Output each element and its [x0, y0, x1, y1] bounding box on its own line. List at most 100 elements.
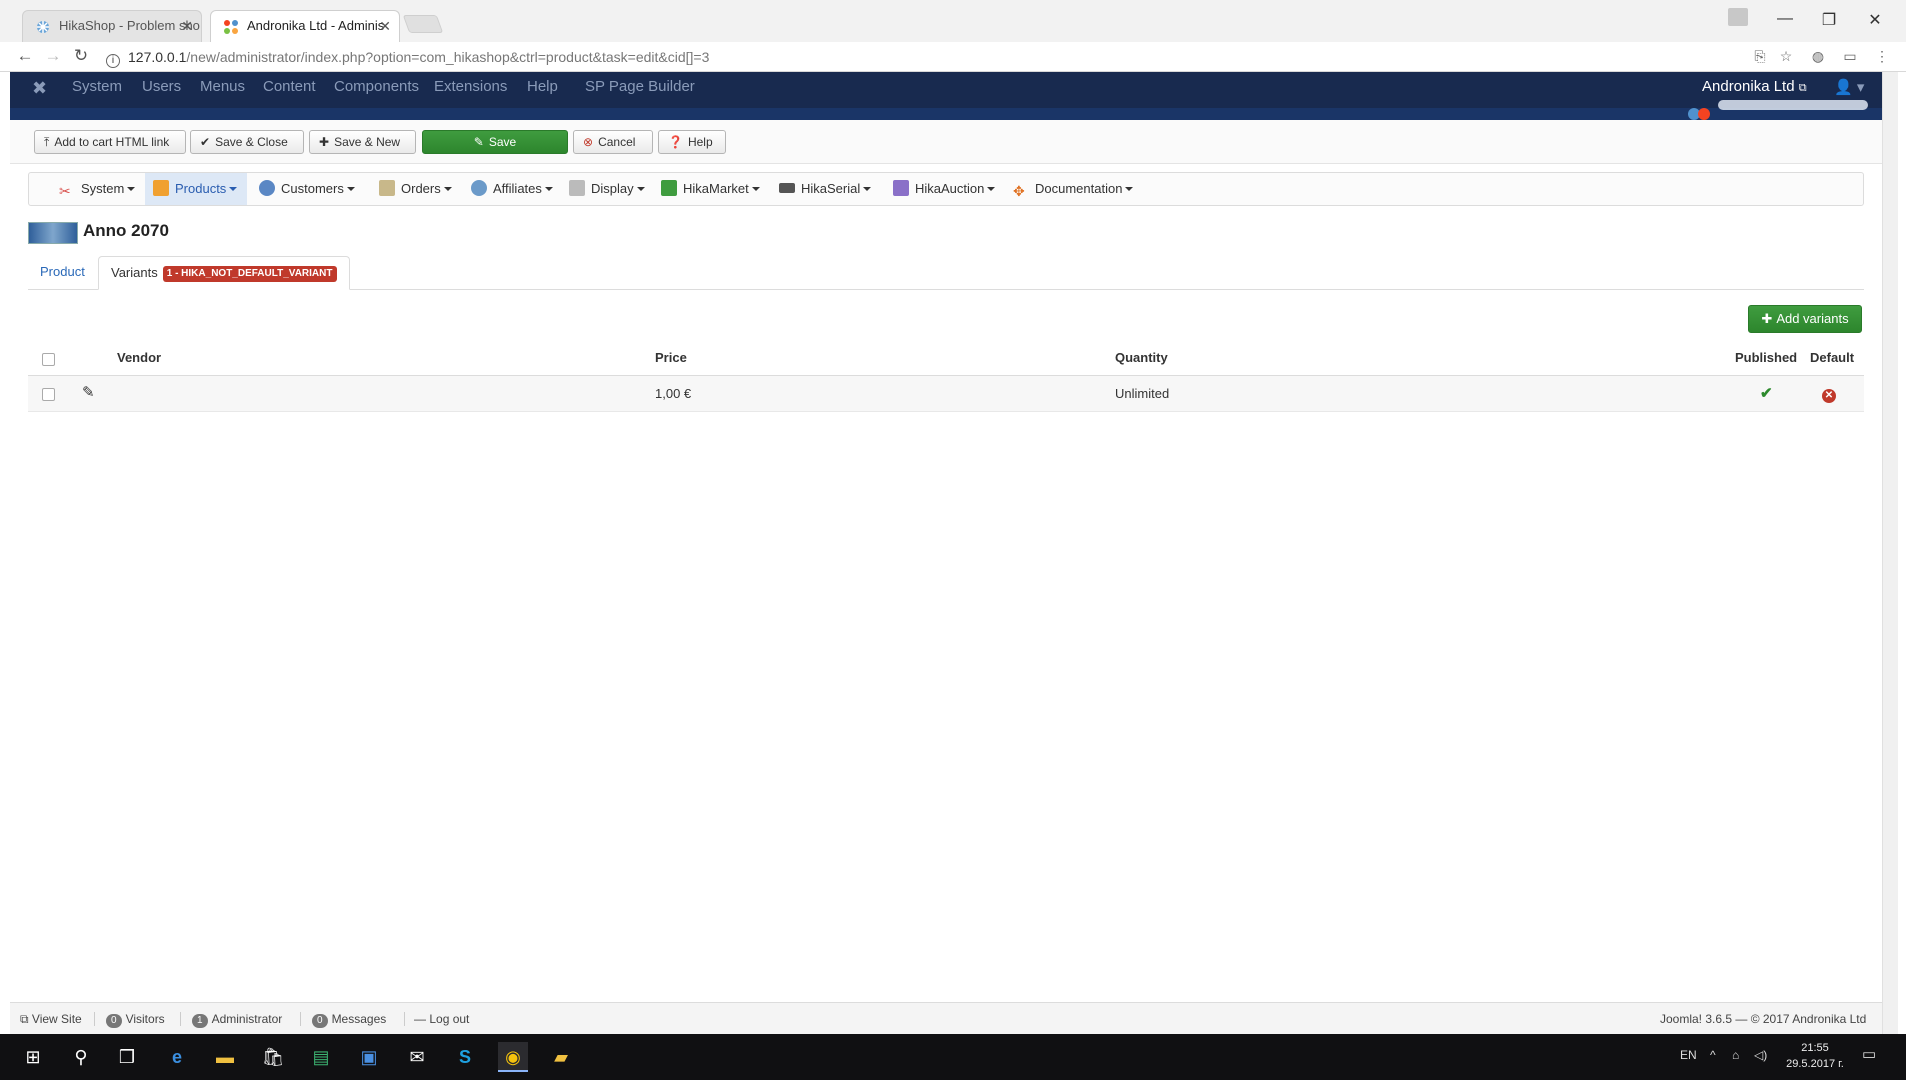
- browser-tab-hikashop[interactable]: HikaShop - Problem sho ✕: [22, 10, 202, 42]
- pencil-icon[interactable]: ✎: [82, 383, 95, 401]
- add-variants-button[interactable]: ✚ Add variants: [1748, 305, 1862, 333]
- close-tab-icon[interactable]: ✕: [181, 11, 193, 41]
- folder-icon[interactable]: ▰: [546, 1042, 576, 1072]
- messages-count-badge: 0: [312, 1014, 328, 1028]
- tray-chevron-icon[interactable]: ^: [1710, 1048, 1716, 1062]
- new-tab-button[interactable]: [402, 15, 444, 33]
- administrator-status[interactable]: 1 Administrator: [192, 1012, 282, 1028]
- save-close-button[interactable]: ✔ Save & Close: [190, 130, 304, 154]
- minimize-icon[interactable]: —: [1770, 10, 1800, 28]
- menu-menus[interactable]: Menus: [200, 78, 245, 95]
- file-explorer-icon[interactable]: ▬: [210, 1042, 240, 1072]
- mail-icon[interactable]: ✉: [402, 1042, 432, 1072]
- browser-tab-admin[interactable]: Andronika Ltd - Adminis ✕: [210, 10, 400, 42]
- hikaserial-icon: [779, 183, 795, 193]
- app-icon[interactable]: ▣: [354, 1042, 384, 1072]
- forward-icon[interactable]: →: [42, 46, 64, 66]
- edge-browser-icon[interactable]: e: [162, 1042, 192, 1072]
- chrome-icon[interactable]: ◉: [498, 1042, 528, 1072]
- joomla-brand-logo: [1688, 100, 1868, 120]
- question-icon: ❓: [668, 135, 683, 149]
- cast-icon[interactable]: ▭: [1840, 48, 1860, 65]
- hikamenu-system[interactable]: ✂ System: [51, 173, 143, 205]
- hikamenu-display[interactable]: Display: [561, 173, 653, 205]
- menu-sp-page-builder[interactable]: SP Page Builder: [585, 78, 695, 95]
- divider: [404, 1012, 405, 1026]
- hikamenu-orders[interactable]: Orders: [371, 173, 460, 205]
- windows-start-icon[interactable]: ⊞: [18, 1042, 48, 1072]
- column-header-published[interactable]: Published: [1735, 350, 1797, 365]
- clock[interactable]: 21:55 29.5.2017 г.: [1780, 1040, 1850, 1072]
- hikamenu-documentation[interactable]: ✥ Documentation: [1005, 173, 1141, 205]
- skype-icon[interactable]: S: [450, 1042, 480, 1072]
- help-button[interactable]: ❓ Help: [658, 130, 726, 154]
- tab-product[interactable]: Product: [28, 256, 97, 290]
- column-header-quantity[interactable]: Quantity: [1115, 350, 1168, 365]
- select-all-checkbox[interactable]: [42, 353, 55, 366]
- user-menu-icon[interactable]: 👤 ▾: [1834, 78, 1864, 96]
- menu-extensions[interactable]: Extensions: [434, 78, 507, 95]
- url-field[interactable]: i 127.0.0.1/new/administrator/index.php?o…: [100, 45, 1800, 69]
- column-header-vendor[interactable]: Vendor: [117, 350, 161, 365]
- hikashop-menu: ✂ System Products Customers Orders Affili…: [28, 172, 1864, 206]
- menu-system[interactable]: System: [72, 78, 122, 95]
- profile-icon[interactable]: [1728, 8, 1748, 26]
- menu-help[interactable]: Help: [527, 78, 558, 95]
- extension-icon[interactable]: ◍: [1808, 48, 1828, 65]
- hikamenu-hikamarket[interactable]: HikaMarket: [653, 173, 768, 205]
- column-header-price[interactable]: Price: [655, 350, 687, 365]
- cancel-button[interactable]: ⊗ Cancel: [573, 130, 653, 154]
- logout-link[interactable]: — Log out: [414, 1012, 469, 1026]
- close-window-icon[interactable]: ✕: [1860, 10, 1890, 30]
- menu-users[interactable]: Users: [142, 78, 181, 95]
- add-to-cart-html-link-button[interactable]: ⤒ Add to cart HTML link: [34, 130, 186, 154]
- network-icon[interactable]: ⌂: [1732, 1048, 1739, 1062]
- hikamenu-affiliates[interactable]: Affiliates: [463, 173, 561, 205]
- external-link-icon: ⧉: [20, 1012, 29, 1026]
- view-site-link[interactable]: ⧉ View Site: [20, 1012, 82, 1027]
- button-label: Add to cart HTML link: [54, 135, 170, 149]
- menu-content[interactable]: Content: [263, 78, 316, 95]
- info-icon[interactable]: i: [106, 54, 120, 68]
- published-check-icon[interactable]: ✔: [1760, 384, 1773, 402]
- task-view-icon[interactable]: ❒: [112, 1042, 142, 1072]
- header-strip: [10, 108, 1882, 120]
- row-checkbox[interactable]: [42, 388, 55, 401]
- button-label: Help: [687, 135, 713, 149]
- close-tab-icon[interactable]: ✕: [379, 11, 391, 41]
- not-default-icon[interactable]: ✕: [1822, 386, 1836, 403]
- save-button[interactable]: ✎ Save: [422, 130, 568, 154]
- site-name-link[interactable]: Andronika Ltd ⧉: [1702, 78, 1807, 95]
- volume-icon[interactable]: ◁): [1754, 1048, 1767, 1062]
- view-site-label: View Site: [31, 1012, 82, 1026]
- search-icon[interactable]: ⚲: [66, 1042, 96, 1072]
- translate-icon[interactable]: ⎘: [1750, 48, 1770, 65]
- edit-icon: ✎: [473, 135, 484, 149]
- spreadsheet-icon[interactable]: ▤: [306, 1042, 336, 1072]
- hikamenu-products[interactable]: Products: [145, 173, 247, 205]
- display-icon: [569, 180, 585, 196]
- restore-icon[interactable]: ❐: [1814, 10, 1844, 30]
- column-header-default[interactable]: Default: [1810, 350, 1854, 365]
- reload-icon[interactable]: ↻: [70, 46, 92, 66]
- back-icon[interactable]: ←: [14, 46, 36, 66]
- hikamenu-customers[interactable]: Customers: [251, 173, 363, 205]
- joomla-logo-icon[interactable]: ✖: [32, 78, 47, 99]
- menu-label: System: [81, 181, 125, 196]
- menu-dots-icon[interactable]: ⋮: [1872, 48, 1892, 65]
- hikamenu-hikaauction[interactable]: HikaAuction: [885, 173, 1003, 205]
- hikamenu-hikaserial[interactable]: HikaSerial: [771, 173, 879, 205]
- store-icon[interactable]: 🛍: [258, 1042, 288, 1072]
- visitors-status[interactable]: 0 Visitors: [106, 1012, 165, 1028]
- menu-label: HikaSerial: [801, 181, 861, 196]
- language-indicator[interactable]: EN: [1680, 1048, 1697, 1062]
- page-scrollbar[interactable]: [1882, 72, 1898, 1034]
- caret-down-icon: [863, 187, 872, 191]
- tab-variants[interactable]: Variants 1 - HIKA_NOT_DEFAULT_VARIANT: [98, 256, 350, 290]
- notifications-icon[interactable]: ▭: [1862, 1045, 1876, 1063]
- bookmark-star-icon[interactable]: ☆: [1776, 48, 1796, 65]
- menu-components[interactable]: Components: [334, 78, 419, 95]
- orders-icon: [379, 180, 395, 196]
- messages-status[interactable]: 0 Messages: [312, 1012, 386, 1028]
- save-new-button[interactable]: ✚ Save & New: [309, 130, 416, 154]
